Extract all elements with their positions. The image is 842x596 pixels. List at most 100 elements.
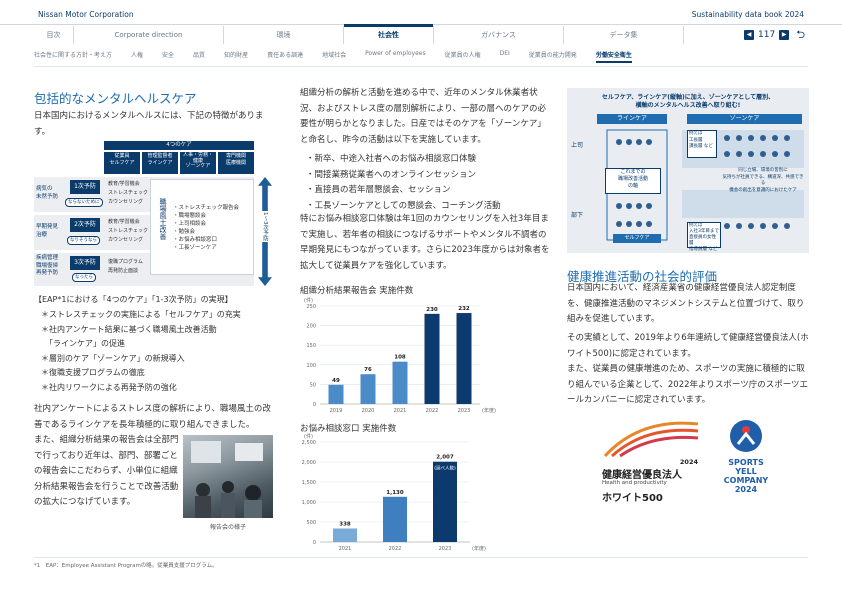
sports-line: YELL [735, 467, 757, 476]
nav-tab-4[interactable]: ガバナンス [434, 26, 564, 44]
bar-value-label: 76 [364, 367, 372, 373]
bar-value-label: 1,130 [386, 490, 404, 496]
bar-value-label: 49 [332, 378, 340, 384]
nav-tab-1[interactable]: Corporate direction [74, 26, 224, 44]
mental-health-title: 包括的なメンタルヘルスケア [34, 91, 197, 106]
y-tick-label: 1,500 [302, 480, 316, 486]
y-tick-label: 250 [306, 304, 316, 310]
nav-tab-2[interactable]: 環境 [224, 26, 344, 44]
subnav-item-9[interactable]: DEI [500, 50, 510, 63]
row-2-level: 2次予防 [70, 218, 100, 232]
footer-divider [34, 557, 808, 558]
bar-value-label: 108 [394, 355, 406, 361]
row-3-level: 3次予防 [70, 256, 100, 270]
eap-item: ＊社内アンケート結果に基づく職場風土改善活動 [41, 324, 217, 334]
bar [456, 313, 472, 404]
y-tick-label: 100 [306, 363, 316, 369]
subnav-item-6[interactable]: 地域社会 [322, 50, 346, 63]
sub-nav: 社会性に関する方針・考え方 人権 安全 品質 知的財産 責任ある調達 地域社会 Power o… [34, 50, 651, 63]
diagram-header: 4つのケア [104, 141, 254, 150]
y-tick-label: 150 [306, 343, 316, 349]
photo-caption: 報告会の様子 [209, 524, 246, 531]
left-para-2: また、組織分析結果の報告会は全部門で行っており近年は、部門、部署ごとの報告会にこ… [34, 435, 179, 507]
illus-zone-text: 同じ立場、環境の皆別に 気持ちが社員できる、構道深、共感できる 機会の創出を意識… [722, 168, 804, 193]
main-nav: 目次 Corporate direction 環境 社会性 ガバナンス データ集 [34, 24, 734, 44]
subnav-item-7[interactable]: Power of employees [365, 50, 425, 63]
company-name: Nissan Motor Corporation [38, 10, 134, 19]
x-tick-label: 2020 [362, 408, 375, 414]
y-tick-label: 0 [313, 540, 316, 546]
back-icon[interactable]: ⮌ [796, 26, 805, 45]
next-page-icon[interactable]: ▶ [779, 30, 790, 40]
chart-report-meetings: (件) 0 50 100 150 200 250 49 2019 76 2020 108 2021 230… [304, 297, 496, 414]
nav-tab-3[interactable]: 社会性 [344, 24, 434, 44]
x-tick-label: 2021 [339, 546, 352, 552]
illus-self-care: セルフケア [613, 234, 661, 243]
bar-value-label: 2,007 [436, 455, 454, 461]
subnav-item-1[interactable]: 人権 [131, 50, 143, 63]
subnav-item-5[interactable]: 責任ある調達 [267, 50, 303, 63]
row-2-label: 早期発見 治療 [36, 224, 59, 238]
nav-tab-5[interactable]: データ集 [564, 26, 684, 44]
row-1-tag: ならないために [65, 198, 103, 207]
illus-title: セルフケア、ラインケア(縦軸)に加え、ゾーンケアとして層別、 横軸のメンタルヘル… [601, 94, 775, 109]
sports-text: SPORTS YELL COMPANY 2024 [718, 458, 774, 494]
climate-item: ・お悩み相談窓口 [173, 237, 218, 243]
wellness-swoosh-icon [603, 421, 699, 458]
y-tick-label: 50 [310, 382, 316, 388]
page-number: 117 [758, 30, 776, 40]
x-unit-label: (年度) [482, 407, 496, 414]
subnav-item-4[interactable]: 知的財産 [224, 50, 248, 63]
illus-tag-1: 例えば 工長層 課長層 など [687, 130, 717, 158]
illus-line-care: ラインケア [597, 114, 667, 124]
bar [333, 528, 357, 542]
wellness-name: 健康経営優良法人 [602, 470, 682, 481]
report-meeting-photo [183, 435, 273, 518]
meeting-scene-icon [191, 441, 263, 518]
y-tick-label: 500 [306, 520, 316, 526]
subnav-divider [34, 66, 808, 67]
bar-value-label: 230 [426, 307, 438, 313]
bar [383, 496, 407, 542]
nav-tab-0[interactable]: 目次 [34, 26, 74, 44]
row-1-items: 教育/学習機会 ストレスチェック カウンセリング [108, 181, 149, 205]
climate-item: ・上司相談会 [173, 221, 207, 227]
right-para-1: 日本国内において、経済産業省の健康経営優良法人認定制度を、健康推進活動のマネジメ… [567, 283, 805, 324]
x-tick-label: 2022 [426, 408, 439, 414]
subnav-item-3[interactable]: 品質 [193, 50, 205, 63]
mid-para-1: 組織分析の解析と活動を進める中で、近年のメンタル休業者状況、およびストレス度の層… [300, 88, 546, 145]
y-tick-label: 2,000 [302, 460, 316, 466]
climate-item: ・職場懇談会 [173, 213, 207, 219]
range-label: 1〜3次予防 [261, 211, 269, 242]
bar [433, 461, 457, 542]
col-self: 従業員 セルフケア [104, 152, 140, 174]
right-para-3: また、従業員の健康増進のため、スポーツの実施に積極的に取り組んでいる企業として、… [567, 364, 809, 405]
subnav-item-10[interactable]: 従業員の能力開発 [529, 50, 577, 63]
intro-text: 日本国内におけるメンタルヘルスには、下記の特徴があります。 [34, 111, 264, 137]
wellness-sub: ホワイト500 [602, 493, 663, 504]
climate-label: 職場風土改善 [159, 198, 167, 240]
x-tick-label: 2021 [394, 408, 407, 414]
x-tick-label: 2022 [389, 546, 402, 552]
four-care-diagram: 4つのケア 従業員 セルフケア 管理監督者 ラインケア 人事・労務・ 健康 ゾー… [34, 141, 274, 286]
bar-value-label: 232 [458, 306, 470, 312]
pager: ◀ 117 ▶ ⮌ [744, 28, 805, 42]
y-unit-label: (件) [304, 297, 313, 304]
eap-item: ＊社内リワークによる再発予防の強化 [41, 382, 177, 392]
subnav-item-8[interactable]: 従業員の人権 [445, 50, 481, 63]
sports-line: COMPANY [723, 476, 769, 485]
subnav-item-0[interactable]: 社会性に関する方針・考え方 [34, 50, 112, 63]
left-para-1: 社内アンケートによるストレス度の解析により、職場風土の改善であるラインケアを長年… [34, 404, 271, 430]
row-2-items: 教育/学習機会 ストレスチェック カウンセリング [108, 219, 149, 243]
x-tick-label: 2023 [439, 546, 452, 552]
eap-list: ＊ストレスチェックの実施による「セルフケア」の充実 ＊社内アンケート結果に基づく職… [41, 308, 241, 395]
zone-care-item: ・間接業務従業者へのオンラインセッション [306, 169, 477, 180]
subnav-item-11[interactable]: 労働安全衛生 [595, 50, 632, 63]
climate-box: 職場風土改善 ・ストレスチェック報告会 ・職場懇談会 ・上司相談会 ・勉強会 ・お悩み相… [150, 179, 254, 275]
zone-care-item: ・直接員の若年層懇談会、セッション [306, 185, 451, 195]
eap-item: 「ラインケア」の促進 [41, 339, 125, 348]
bar [328, 384, 344, 404]
prev-page-icon[interactable]: ◀ [744, 30, 754, 40]
y-unit-label: (件) [304, 433, 313, 440]
subnav-item-2[interactable]: 安全 [162, 50, 174, 63]
